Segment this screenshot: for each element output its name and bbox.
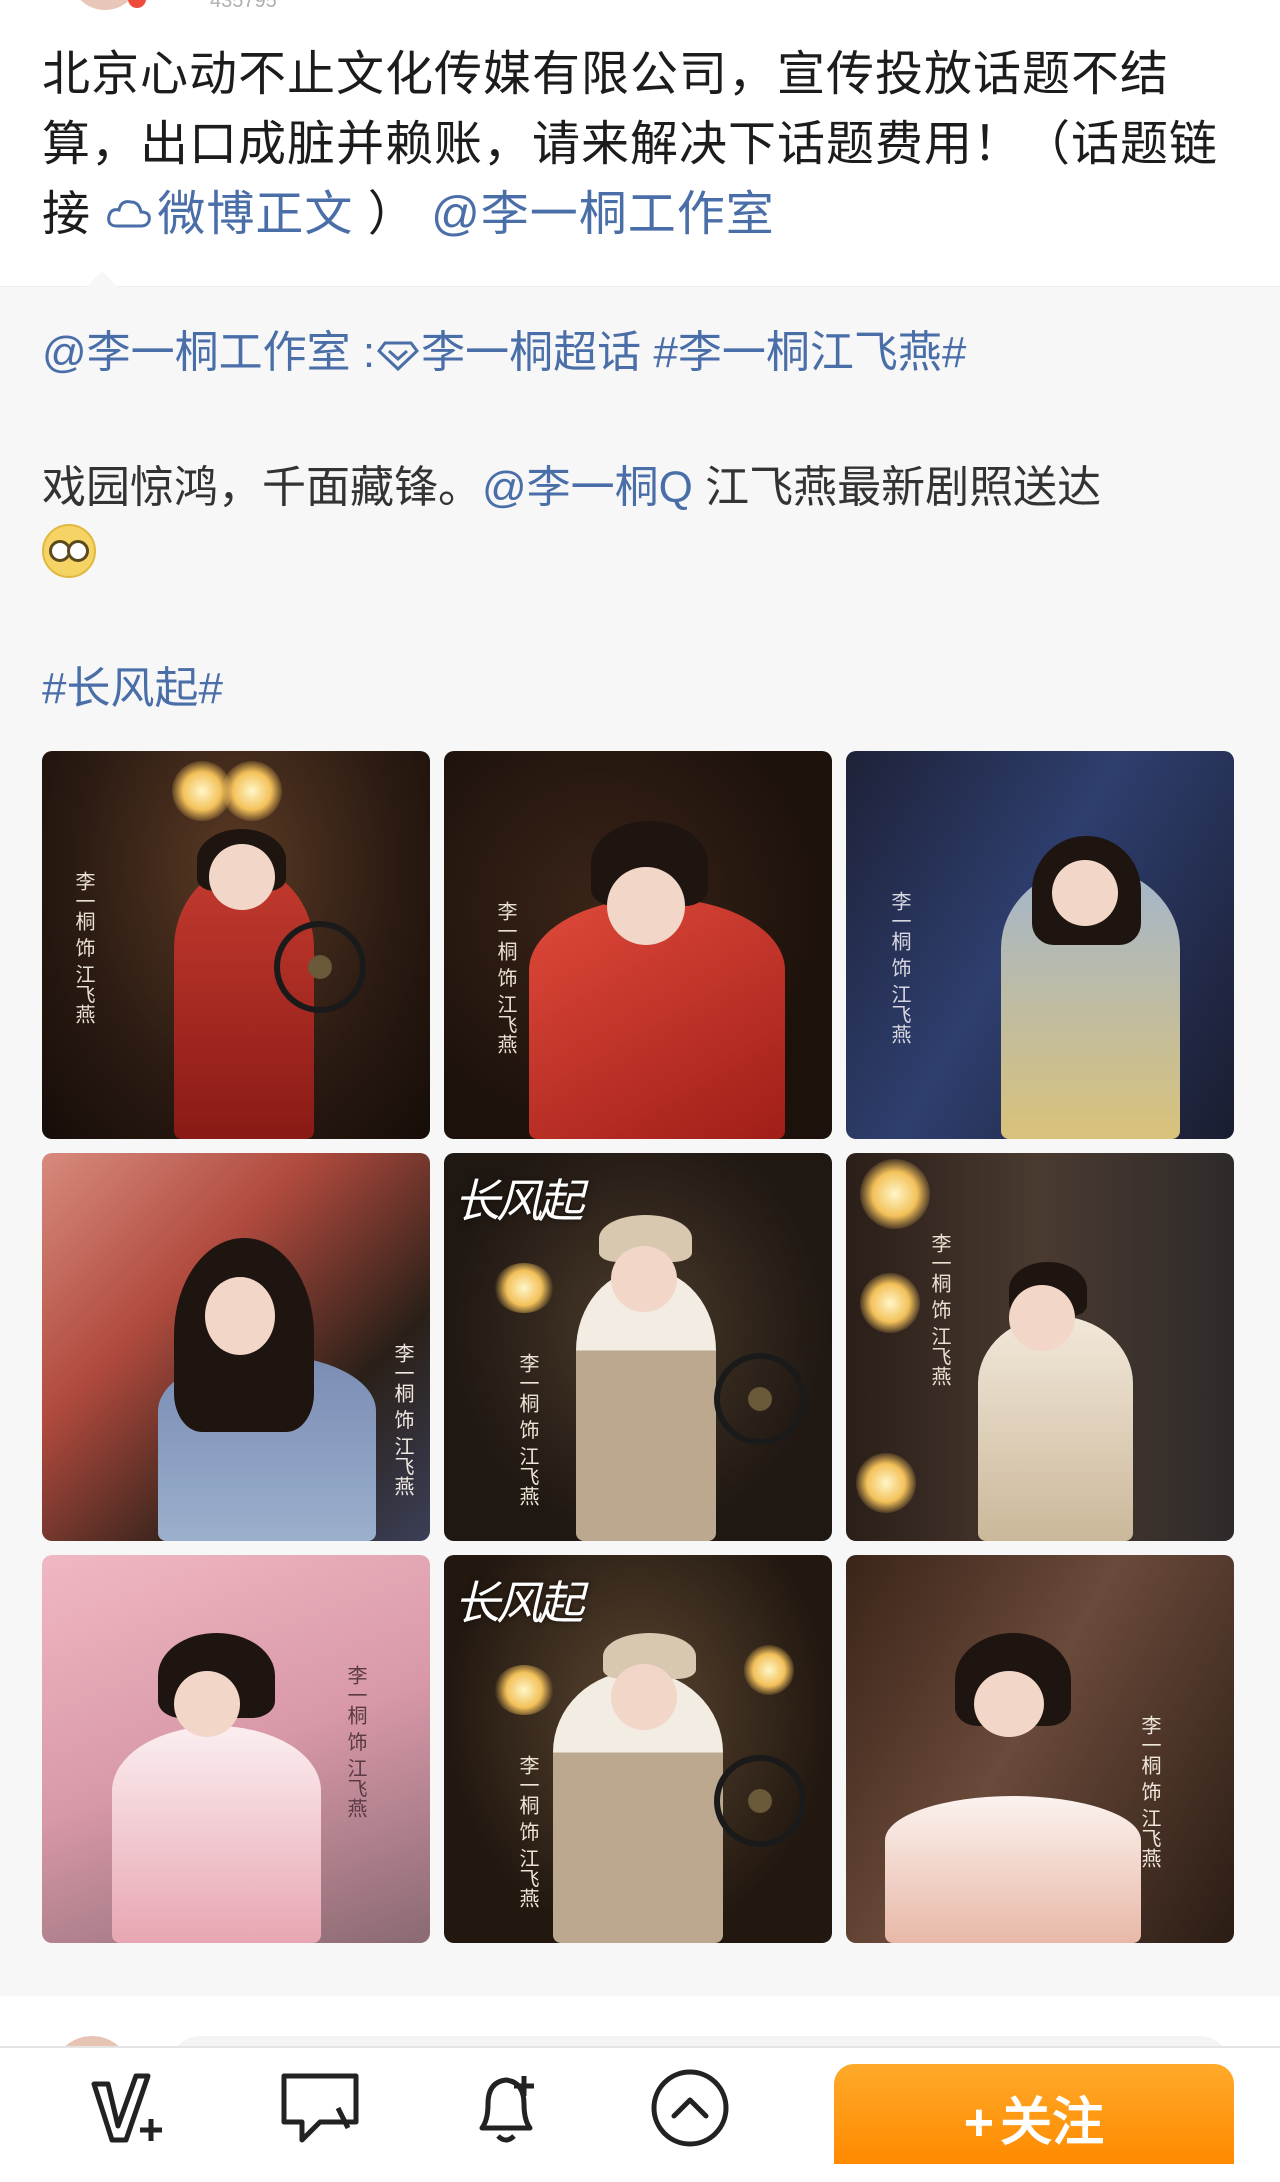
photo-caption: 李一桐 饰 江飞燕 [516,1755,540,1908]
face [610,1246,677,1313]
reposted-content[interactable]: @李一桐工作室 : 李一桐超话 #李一桐江飞燕# 戏园惊鸿，千面藏锋。@李一桐Q … [0,271,1280,1997]
photo-3[interactable]: 李一桐 饰 江飞燕 [846,751,1234,1139]
figure [977,1315,1134,1541]
face [208,844,275,911]
lamp-light [744,1645,794,1695]
emoji-icon [42,524,96,578]
repost-body-text: 戏园惊鸿，千面藏锋。 [42,463,482,512]
post-body-tail: ） [367,188,417,241]
lamp-light [860,1273,920,1333]
face [204,1277,275,1355]
face [606,867,685,945]
photo-9[interactable]: 李一桐 饰 江飞燕 [846,1555,1234,1943]
repost-mention[interactable]: @李一桐工作室 [42,328,351,377]
hashtag-changfengqi[interactable]: #长风起# [42,659,223,719]
comment-icon[interactable] [276,2064,364,2150]
hashtag-link[interactable]: #李一桐江飞燕# [641,328,966,377]
verified-badge [128,0,146,8]
repost-body: 戏园惊鸿，千面藏锋。@李一桐Q 江飞燕最新剧照送达 [42,455,1242,587]
photo-7[interactable]: 李一桐 饰 江飞燕 [42,1555,430,1943]
face [173,1671,240,1738]
photo-caption: 李一桐 饰 江飞燕 [888,891,912,1044]
photo-caption: 李一桐 饰 江飞燕 [516,1353,540,1506]
section-divider [0,1996,1280,2000]
microphone [714,1755,806,1847]
follow-plus: + [963,2094,995,2152]
microphone [714,1353,806,1445]
follow-button[interactable]: + 关注 [834,2064,1234,2164]
repost-colon: : [350,328,376,377]
bottom-toolbar: + 关注 [0,2046,1280,2164]
photo-4[interactable]: 李一桐 饰 江飞燕 [42,1153,430,1541]
lamp-light [856,1453,916,1513]
post-text: 北京心动不止文化传媒有限公司，宣传投放话题不结算，出口成脏并赖账，请来解决下话题… [42,40,1242,250]
repost-header: @李一桐工作室 : 李一桐超话 #李一桐江飞燕# [42,323,1242,383]
repost-body-mention[interactable]: @李一桐Q [482,463,693,512]
lamp-light [494,1263,554,1313]
weibo-link-label: 微博正文 [157,188,354,241]
edit-repost-icon[interactable] [86,2064,174,2150]
photo-caption: 李一桐 饰 江飞燕 [1138,1715,1162,1868]
post-mention[interactable]: @李一桐工作室 [431,188,775,241]
weibo-link[interactable]: 微博正文 [105,188,353,241]
lamp-light [494,1665,554,1715]
figure [884,1795,1141,1943]
photo-caption: 李一桐 饰 江飞燕 [494,901,518,1054]
follow-label: 关注 [1000,2094,1105,2152]
author-avatar[interactable] [70,0,146,10]
photo-grid: 李一桐 饰 江飞燕 李一桐 饰 江飞燕 李一桐 饰 江飞燕 李一桐 饰 江飞燕 … [42,751,1234,1943]
add-notification-icon[interactable] [462,2064,550,2150]
photo-6[interactable]: 李一桐 饰 江飞燕 [846,1153,1234,1541]
drama-logo: 长风起 [454,1576,584,1630]
photo-2[interactable]: 李一桐 饰 江飞燕 [444,751,832,1139]
photo-caption: 李一桐 饰 江飞燕 [344,1665,368,1818]
scroll-up-icon[interactable] [646,2064,734,2150]
photo-caption: 李一桐 饰 江飞燕 [72,871,96,1024]
face [610,1663,677,1730]
drama-logo: 长风起 [454,1174,584,1228]
cloud-link-icon [107,200,152,228]
face [974,1671,1044,1738]
lamp-light [860,1159,930,1229]
supertopic-link[interactable]: 李一桐超话 [421,328,641,377]
photo-5[interactable]: 长风起 李一桐 饰 江飞燕 [444,1153,832,1541]
face [1051,859,1118,926]
lamp-light [222,761,282,821]
figure [111,1725,322,1943]
post-meta: 435795 [210,0,277,12]
supertopic-diamond-icon [377,341,420,372]
photo-caption: 李一桐 饰 江飞燕 [391,1343,415,1496]
repost-body-tail: 江飞燕最新剧照送达 [692,463,1102,512]
photo-1[interactable]: 李一桐 饰 江飞燕 [42,751,430,1139]
face [1008,1284,1075,1351]
photo-8[interactable]: 长风起 李一桐 饰 江飞燕 [444,1555,832,1943]
photo-caption: 李一桐 饰 江飞燕 [928,1233,952,1386]
microphone [274,921,366,1013]
top-strip: 435795 [0,0,1280,14]
repost-notch [86,271,118,287]
